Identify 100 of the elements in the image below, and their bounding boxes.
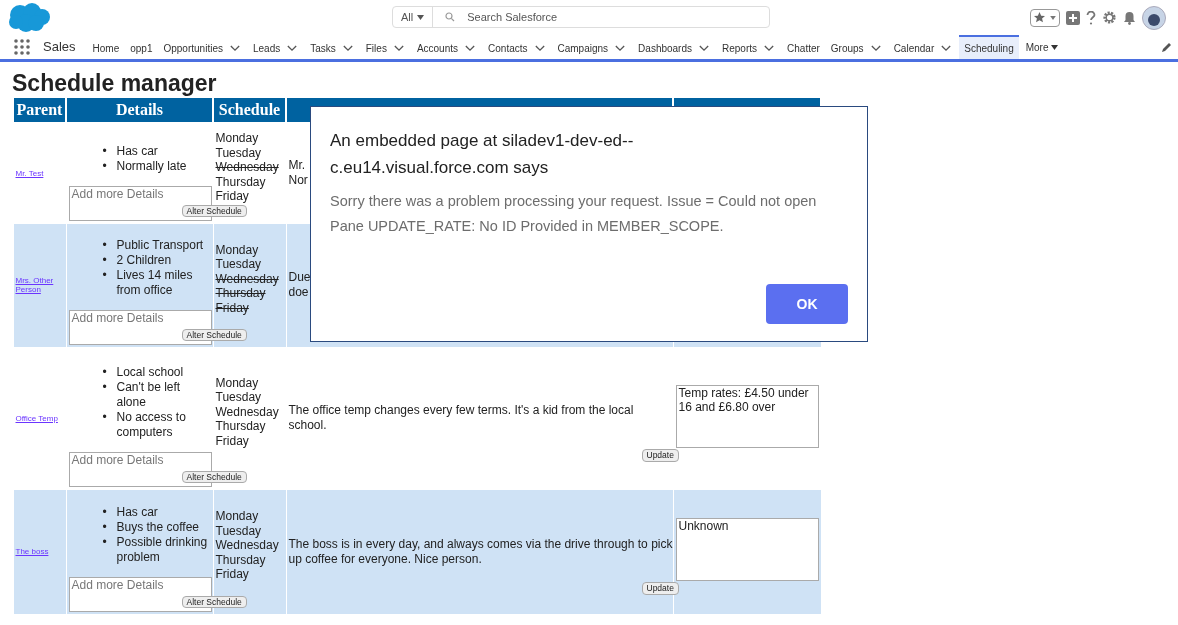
dialog-message: Sorry there was a problem processing your request. Issue = Could not open Pane UPDATE_RATE: No ID Provided in MEMBER_SCOPE. xyxy=(330,192,818,236)
detail-item: Has car xyxy=(116,143,158,159)
detail-item: No access to computers xyxy=(116,409,187,440)
nav-tab[interactable]: Scheduling xyxy=(959,35,1019,59)
ok-button[interactable]: OK xyxy=(766,284,848,324)
nav-tab[interactable]: opp1 xyxy=(125,35,158,59)
caret-icon xyxy=(1050,44,1058,50)
schedule-day: Monday xyxy=(215,131,286,146)
detail-item: Possible drinking problem xyxy=(116,534,209,565)
search-bar[interactable]: All Search Salesforce xyxy=(392,6,770,28)
nav-tab[interactable]: Dashboards xyxy=(633,35,714,59)
bullet: • xyxy=(102,409,108,425)
dialog-title: An embedded page at siladev1-dev-ed--c.eu14.visual.force.com says xyxy=(330,130,635,179)
add-icon[interactable] xyxy=(1066,10,1080,25)
nav-tab[interactable]: Calendar xyxy=(888,35,957,59)
detail-item: Buys the coffee xyxy=(116,519,199,535)
app-launcher-icon[interactable] xyxy=(14,39,30,55)
star-icon xyxy=(1033,12,1045,23)
rate-field[interactable]: Unknown xyxy=(675,518,819,581)
bullet: • xyxy=(102,267,108,283)
nav-tab[interactable]: Leads xyxy=(247,35,303,59)
chevron-down-icon xyxy=(287,44,298,52)
column-header: Parent xyxy=(13,97,66,123)
notes-text: Mr. Nor xyxy=(288,158,308,189)
update-button[interactable]: Update xyxy=(641,448,679,462)
detail-item: Normally late xyxy=(116,158,187,174)
chevron-down-icon xyxy=(465,44,476,52)
parent-link[interactable]: Office Temp xyxy=(13,413,66,423)
chevron-down-icon xyxy=(941,44,952,52)
chevron-down-icon xyxy=(534,44,545,52)
chevron-down-icon xyxy=(615,44,626,52)
schedule-day: Friday xyxy=(215,567,286,582)
nav-tab[interactable]: Groups xyxy=(825,35,886,59)
nav-tab[interactable]: Files xyxy=(360,35,409,59)
search-scope-dropdown[interactable]: All xyxy=(393,7,434,27)
column-header: Schedule xyxy=(213,97,286,123)
schedule-day: Monday xyxy=(215,509,286,524)
notes-text: The office temp changes every few terms. It's a kid from the local school. xyxy=(288,403,635,433)
bullet: • xyxy=(102,143,108,159)
bullet: • xyxy=(102,158,108,174)
nav-tab[interactable]: Opportunities xyxy=(158,35,245,59)
schedule-day: Tuesday xyxy=(215,145,286,160)
bullet: • xyxy=(102,504,108,520)
parent-link[interactable]: Mrs. Other Person xyxy=(13,276,66,294)
schedule-day: Wednesday xyxy=(215,160,286,175)
parent-link[interactable]: Mr. Test xyxy=(13,168,66,178)
help-icon[interactable] xyxy=(1086,10,1096,25)
detail-item: Can't be left alone xyxy=(116,379,182,410)
settings-icon[interactable] xyxy=(1102,10,1117,25)
app-name: Sales xyxy=(43,38,76,57)
nav-tab[interactable]: Tasks xyxy=(305,35,358,59)
bullet: • xyxy=(102,252,108,268)
more-tab[interactable]: More xyxy=(1019,35,1064,59)
edit-icon[interactable] xyxy=(1161,41,1172,53)
nav-tab[interactable]: Campaigns xyxy=(552,35,631,59)
nav-tab[interactable]: Chatter xyxy=(782,35,825,59)
update-button[interactable]: Update xyxy=(641,582,679,595)
caret-icon xyxy=(417,14,425,20)
notes-text: The boss is in every day, and always comes via the drive through to pick up coffee for everyone. Nice person. xyxy=(288,536,673,567)
notes-text: Due doe xyxy=(288,270,311,300)
detail-item: 2 Children xyxy=(116,252,172,268)
chevron-down-icon xyxy=(699,44,709,52)
schedule-day: Monday xyxy=(215,375,286,391)
cloud-logo-icon[interactable] xyxy=(8,2,50,33)
nav-tab[interactable]: Home xyxy=(87,35,125,59)
notifications-icon[interactable] xyxy=(1123,10,1136,25)
schedule-day: Tuesday xyxy=(215,257,286,272)
schedule-day: Wednesday xyxy=(215,271,286,287)
page-title: Schedule manager xyxy=(12,70,218,96)
bullet: • xyxy=(102,237,108,253)
chevron-down-icon xyxy=(764,44,775,52)
detail-item: Local school xyxy=(116,364,184,380)
chevron-down-icon xyxy=(229,44,240,52)
nav-tab[interactable]: Accounts xyxy=(411,35,481,59)
chevron-down-icon xyxy=(393,44,404,52)
search-field[interactable]: Search Salesforce xyxy=(467,8,769,26)
avatar-icon[interactable] xyxy=(1142,5,1166,30)
search-icon xyxy=(445,12,456,22)
schedule-day: Tuesday xyxy=(215,523,286,539)
caret-icon xyxy=(1050,15,1057,20)
schedule-day: Thursday xyxy=(215,419,286,434)
column-header: Details xyxy=(66,97,213,123)
detail-item: Lives 14 miles from office xyxy=(116,267,194,298)
bullet: • xyxy=(102,519,108,535)
schedule-day: Wednesday xyxy=(215,538,286,553)
bullet: • xyxy=(102,534,108,550)
chevron-down-icon xyxy=(870,44,881,52)
schedule-day: Friday xyxy=(215,300,286,316)
schedule-day: Thursday xyxy=(215,174,286,189)
schedule-day: Monday xyxy=(215,242,286,258)
chevron-down-icon xyxy=(342,44,353,52)
parent-link[interactable]: The boss xyxy=(13,547,66,556)
schedule-day: Wednesday xyxy=(215,404,286,420)
nav-tab[interactable]: Contacts xyxy=(483,35,550,59)
bullet: • xyxy=(102,379,108,395)
nav-tab[interactable]: Reports xyxy=(717,35,780,59)
schedule-day: Thursday xyxy=(215,286,286,301)
favorites-button[interactable] xyxy=(1030,8,1060,27)
rate-field[interactable]: Temp rates: £4.50 under 16 and £6.80 over xyxy=(675,384,819,448)
schedule-day: Friday xyxy=(215,433,286,449)
